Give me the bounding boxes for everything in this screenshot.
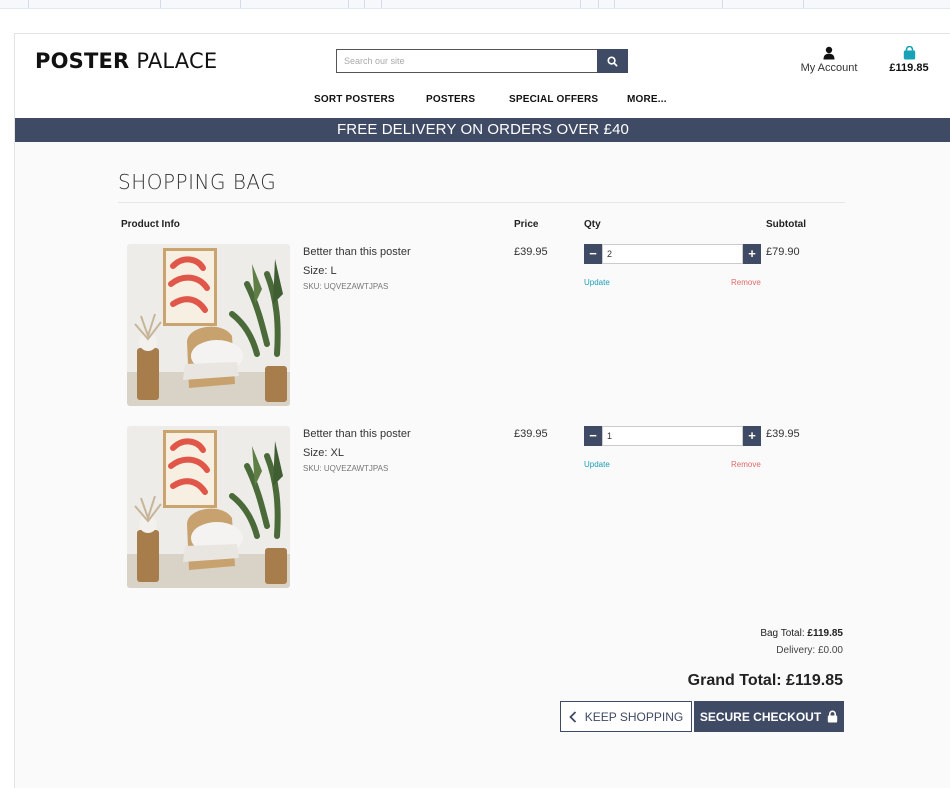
grand-total: Grand Total: £119.85 bbox=[687, 672, 843, 689]
bag-link[interactable]: £119.85 bbox=[883, 45, 935, 74]
site-header: POSTER PALACE My Account bbox=[15, 34, 950, 118]
chevron-left-icon bbox=[568, 710, 576, 723]
page: POSTER PALACE My Account bbox=[14, 33, 950, 788]
quantity-input[interactable]: 2 bbox=[602, 244, 743, 264]
nav-item-sort-posters[interactable]: SORT POSTERS bbox=[314, 94, 395, 105]
logo-light: PALACE bbox=[136, 49, 218, 73]
remove-link[interactable]: Remove bbox=[731, 460, 761, 469]
my-account-label: My Account bbox=[800, 62, 858, 74]
keep-shopping-label: KEEP SHOPPING bbox=[584, 709, 684, 724]
logo[interactable]: POSTER PALACE bbox=[35, 49, 217, 73]
bag-total: £119.85 bbox=[889, 62, 929, 74]
product-price: £39.95 bbox=[514, 428, 548, 440]
quantity-input[interactable]: 1 bbox=[602, 426, 743, 446]
decrement-qty-button[interactable]: − bbox=[584, 426, 602, 446]
bag-item-row: Better than this poster Size: L SKU: UQV… bbox=[15, 244, 950, 409]
nav-item-more[interactable]: MORE... bbox=[627, 94, 667, 105]
product-image[interactable] bbox=[127, 244, 290, 406]
quantity-stepper: − 2 + bbox=[584, 244, 761, 264]
update-link[interactable]: Update bbox=[584, 460, 610, 469]
product-price: £39.95 bbox=[514, 246, 548, 258]
bag-total-value: £119.85 bbox=[807, 628, 843, 639]
bag-item-row: Better than this poster Size: XL SKU: UQ… bbox=[15, 426, 950, 591]
search-icon bbox=[607, 55, 618, 67]
decrement-qty-button[interactable]: − bbox=[584, 244, 602, 264]
my-account-link[interactable]: My Account bbox=[791, 46, 867, 74]
lock-icon bbox=[827, 710, 838, 723]
nav-item-posters[interactable]: POSTERS bbox=[426, 94, 475, 105]
keep-shopping-button[interactable]: KEEP SHOPPING bbox=[560, 701, 692, 732]
delivery-cost: Delivery: £0.00 bbox=[776, 645, 843, 656]
product-size: Size: XL bbox=[303, 447, 344, 459]
search-button[interactable] bbox=[597, 49, 628, 73]
page-title: SHOPPING BAG bbox=[118, 170, 277, 194]
product-name[interactable]: Better than this poster bbox=[303, 246, 411, 258]
product-sku: SKU: UQVEZAWTJPAS bbox=[303, 464, 389, 473]
secure-checkout-button[interactable]: SECURE CHECKOUT bbox=[694, 701, 844, 732]
search-input[interactable] bbox=[336, 49, 598, 73]
bag-total-summary: Bag Total: £119.85 bbox=[760, 628, 843, 639]
header-qty: Qty bbox=[584, 219, 601, 230]
browser-top-strip bbox=[0, 0, 950, 9]
poster-room-image bbox=[127, 244, 290, 406]
logo-bold: POSTER bbox=[35, 49, 130, 73]
header-product-info: Product Info bbox=[121, 219, 180, 230]
product-size: Size: L bbox=[303, 265, 337, 277]
product-subtotal: £39.95 bbox=[766, 428, 800, 440]
shopping-bag-icon bbox=[903, 45, 915, 60]
update-link[interactable]: Update bbox=[584, 278, 610, 287]
main-nav: SORT POSTERS POSTERS SPECIAL OFFERS MORE… bbox=[15, 94, 950, 114]
title-divider bbox=[118, 202, 845, 203]
user-icon bbox=[823, 46, 835, 60]
search-form bbox=[336, 49, 628, 73]
remove-link[interactable]: Remove bbox=[731, 278, 761, 287]
quantity-stepper: − 1 + bbox=[584, 426, 761, 446]
product-sku: SKU: UQVEZAWTJPAS bbox=[303, 282, 389, 291]
product-name[interactable]: Better than this poster bbox=[303, 428, 411, 440]
product-image[interactable] bbox=[127, 426, 290, 588]
product-subtotal: £79.90 bbox=[766, 246, 800, 258]
secure-checkout-label: SECURE CHECKOUT bbox=[699, 709, 822, 724]
delivery-banner: FREE DELIVERY ON ORDERS OVER £40 bbox=[15, 118, 950, 142]
bag-total-label: Bag Total: bbox=[760, 628, 805, 639]
header-price: Price bbox=[514, 219, 539, 230]
increment-qty-button[interactable]: + bbox=[743, 426, 761, 446]
increment-qty-button[interactable]: + bbox=[743, 244, 761, 264]
poster-room-image bbox=[127, 426, 290, 588]
header-subtotal: Subtotal bbox=[766, 219, 806, 230]
nav-item-special-offers[interactable]: SPECIAL OFFERS bbox=[509, 94, 598, 105]
